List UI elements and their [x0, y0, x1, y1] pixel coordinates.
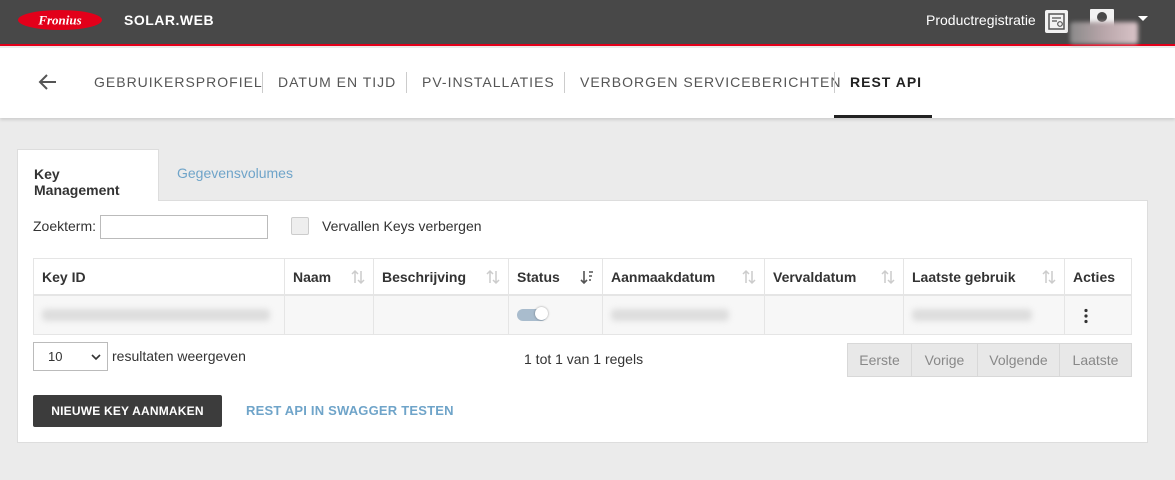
column-beschrijving-label: Beschrijving	[382, 269, 467, 285]
new-key-button[interactable]: NIEUWE KEY AANMAKEN	[33, 395, 222, 427]
search-input[interactable]	[100, 215, 268, 239]
sort-icon[interactable]	[1042, 269, 1056, 285]
chevron-down-icon	[91, 354, 101, 361]
status-toggle-knob	[535, 307, 548, 320]
page-size-select[interactable]: 10	[33, 342, 108, 371]
cell-naam	[285, 296, 374, 334]
keys-table-header: Key ID Naam Beschrijving Status Aanmaakd…	[33, 258, 1132, 296]
pager-last-button[interactable]: Laatste	[1059, 343, 1132, 377]
column-naam-label: Naam	[293, 269, 332, 285]
nav-separator	[834, 72, 835, 93]
pager-first-button[interactable]: Eerste	[847, 343, 912, 377]
nav-separator	[406, 72, 407, 93]
search-label: Zoekterm:	[33, 218, 97, 234]
table-row[interactable]	[33, 296, 1132, 335]
tab-gegevensvolumes[interactable]: Gegevensvolumes	[161, 149, 309, 201]
column-vervaldatum[interactable]: Vervaldatum	[765, 259, 904, 296]
cell-vervaldatum	[765, 296, 904, 334]
cell-key-id	[33, 296, 285, 334]
nav-rest-api[interactable]: REST API	[850, 74, 922, 90]
nav-datum-en-tijd[interactable]: DATUM EN TIJD	[278, 74, 396, 90]
blurred-last-used	[912, 309, 1032, 321]
column-acties-label: Acties	[1073, 269, 1116, 285]
status-toggle[interactable]	[517, 307, 548, 321]
product-registration-link[interactable]: Productregistratie	[926, 12, 1036, 28]
hide-expired-label: Vervallen Keys verbergen	[322, 218, 482, 234]
sort-icon[interactable]	[881, 269, 895, 285]
nav-separator	[564, 72, 565, 93]
certificate-icon[interactable]	[1045, 10, 1068, 33]
paging-info: 1 tot 1 van 1 regels	[524, 351, 644, 367]
more-actions-icon[interactable]	[1080, 308, 1092, 324]
column-aanmaakdatum[interactable]: Aanmaakdatum	[603, 259, 765, 296]
sort-active-icon[interactable]	[580, 269, 594, 285]
page-size-label: resultaten weergeven	[112, 348, 246, 364]
column-naam[interactable]: Naam	[285, 259, 374, 296]
column-beschrijving[interactable]: Beschrijving	[374, 259, 509, 296]
column-key-id[interactable]: Key ID	[33, 259, 285, 296]
user-name-blurred	[1070, 22, 1138, 44]
nav-gebruikersprofiel[interactable]: GEBRUIKERSPROFIEL	[94, 74, 263, 90]
column-status-label: Status	[517, 269, 560, 285]
blurred-creation-date	[611, 309, 729, 321]
pager-next-button[interactable]: Volgende	[977, 343, 1060, 377]
brand-name: SOLAR.WEB	[124, 12, 215, 28]
sort-icon[interactable]	[351, 269, 365, 285]
blurred-key-id	[42, 309, 270, 321]
cell-acties	[1065, 296, 1132, 334]
hide-expired-checkbox[interactable]	[291, 217, 309, 235]
top-bar: Fronius SOLAR.WEB Productregistratie	[0, 0, 1175, 46]
column-laatste-gebruik[interactable]: Laatste gebruik	[904, 259, 1065, 296]
page-size-value: 10	[48, 349, 63, 364]
column-aanmaakdatum-label: Aanmaakdatum	[611, 269, 716, 285]
tab-key-management[interactable]: Key Management	[17, 149, 159, 201]
column-acties: Acties	[1065, 259, 1132, 296]
column-vervaldatum-label: Vervaldatum	[773, 269, 857, 285]
column-key-id-label: Key ID	[42, 269, 86, 285]
nav-pv-installaties[interactable]: PV-INSTALLATIES	[422, 74, 555, 90]
swagger-test-link[interactable]: REST API IN SWAGGER TESTEN	[246, 403, 454, 418]
nav-separator	[262, 72, 263, 93]
column-laatste-gebruik-label: Laatste gebruik	[912, 269, 1016, 285]
cell-beschrijving	[374, 296, 509, 334]
back-arrow-icon[interactable]	[36, 70, 60, 94]
column-status[interactable]: Status	[509, 259, 603, 296]
active-nav-indicator	[834, 115, 932, 118]
settings-nav: GEBRUIKERSPROFIEL DATUM EN TIJD PV-INSTA…	[0, 48, 1175, 118]
fronius-logo[interactable]: Fronius	[17, 9, 103, 31]
pager-previous-button[interactable]: Vorige	[911, 343, 978, 377]
cell-laatste-gebruik	[904, 296, 1065, 334]
sort-icon[interactable]	[486, 269, 500, 285]
sort-icon[interactable]	[742, 269, 756, 285]
cell-aanmaakdatum	[603, 296, 765, 334]
user-menu-caret-icon[interactable]	[1138, 16, 1148, 21]
logo-text: Fronius	[37, 13, 81, 28]
nav-verborgen-serviceberichten[interactable]: VERBORGEN SERVICEBERICHTEN	[580, 74, 841, 90]
